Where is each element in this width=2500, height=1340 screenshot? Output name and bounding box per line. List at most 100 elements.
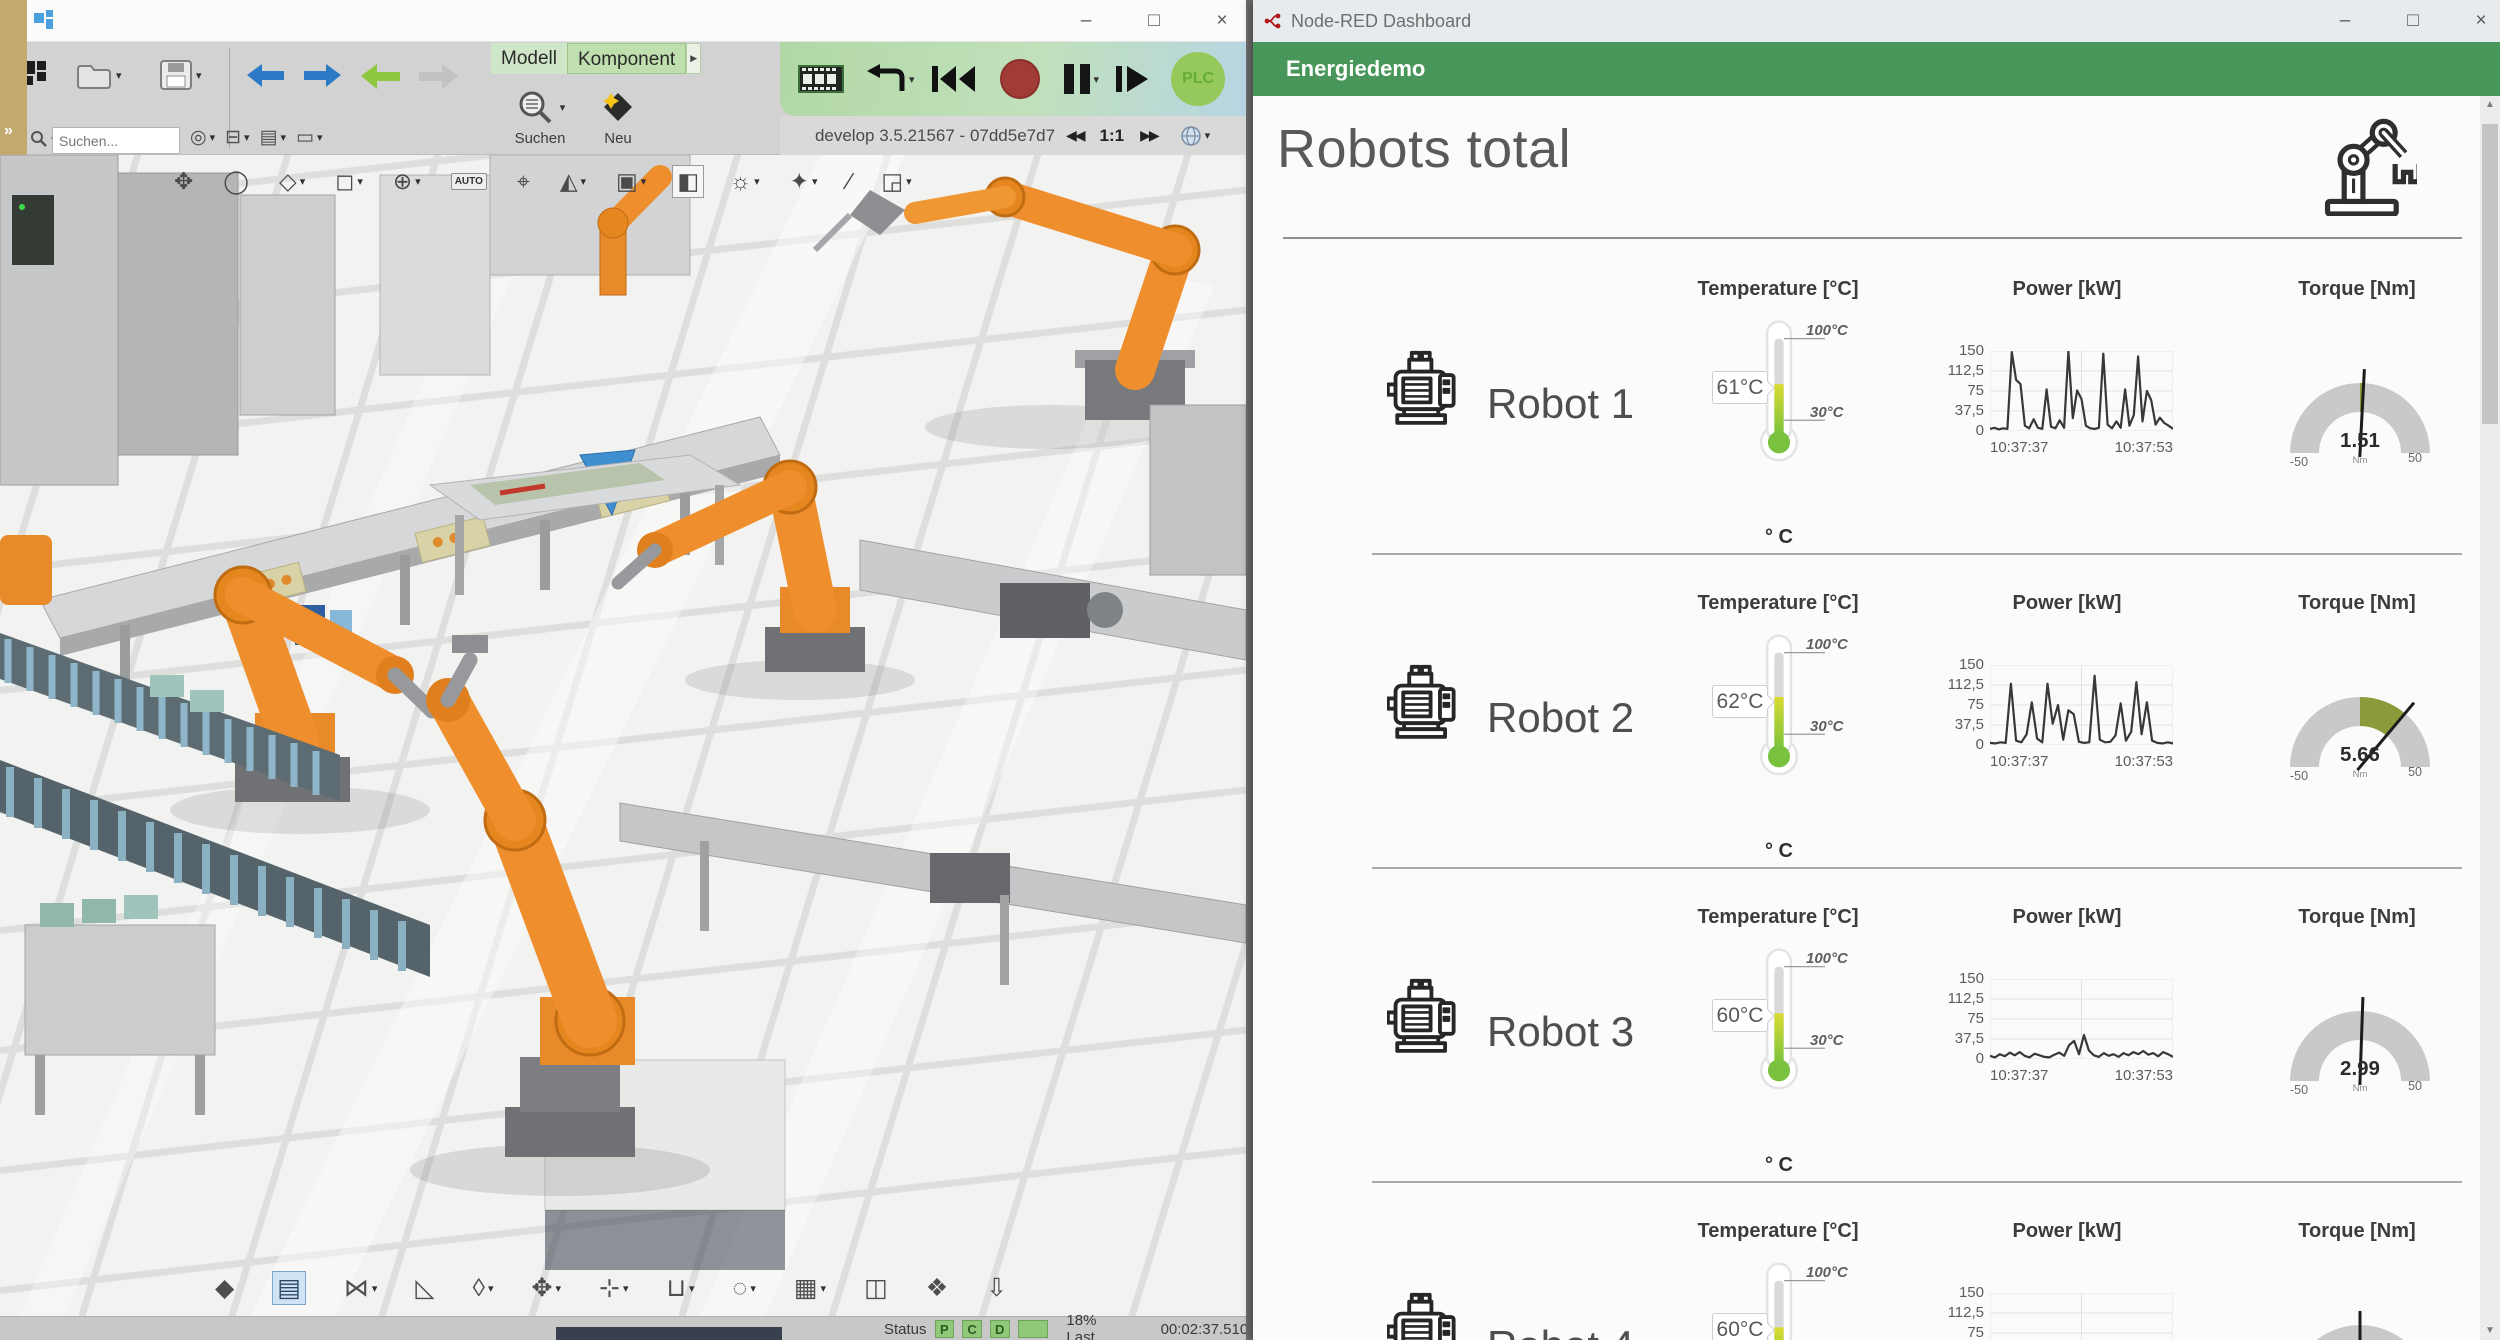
shield-selected-icon[interactable]: ◧ (672, 165, 704, 198)
network-globe-button[interactable]: ▾ (1180, 125, 1211, 147)
orbit-view-icon[interactable]: ◯ (219, 166, 253, 197)
neu-tool-button[interactable]: Neu (586, 86, 650, 147)
lighting-icon[interactable]: ☼▾ (726, 166, 764, 197)
detail-panel-icon-caret[interactable]: ▾ (317, 131, 323, 144)
view-cube-icon-caret[interactable]: ▾ (300, 175, 306, 188)
step-forward-button[interactable] (1115, 64, 1151, 94)
dash-close-button[interactable]: × (2467, 10, 2495, 32)
auto-lock-icon[interactable]: AUTO (447, 171, 491, 192)
align-icon-caret[interactable]: ▾ (623, 1282, 629, 1295)
thermo-min-label: 30°C (1810, 718, 1844, 735)
selection-mode-icon-caret[interactable]: ▾ (357, 175, 363, 188)
tag-icon-caret[interactable]: ▾ (210, 131, 216, 144)
undo-button[interactable] (247, 62, 285, 88)
tab-modell[interactable]: Modell (491, 43, 567, 74)
reset-caret[interactable]: ▾ (909, 73, 915, 86)
extrude-icon-caret[interactable]: ▾ (689, 1282, 695, 1295)
suchen-tool-button[interactable]: ▾ Suchen (508, 86, 572, 147)
pause-caret[interactable]: ▾ (1094, 73, 1100, 86)
3d-viewport[interactable]: ✥ ◯ ◇▾ ◻▾ ⊕▾ AUTO ⌖ ◭▾ ▣▾ ◧ ☼▾ ✦▾ ∕ ◲▾ ◆ ▤ ⋈▾ ◺ ◊▾ ✥▾ ⊹▾ ⊔▾ ◌… (0, 155, 1246, 1316)
shadow-corner-icon[interactable]: ◲▾ (877, 166, 915, 197)
save-button[interactable]: ▾ (159, 59, 202, 91)
dashboard-header: Energiedemo (1253, 42, 2500, 96)
curve-icon-caret[interactable]: ▾ (372, 1282, 378, 1295)
tree-icon[interactable]: ⊟▾ (225, 126, 249, 149)
plc-button[interactable]: PLC (1171, 52, 1225, 106)
export-icon[interactable]: ⇩ (986, 1273, 1007, 1303)
view-cube-icon[interactable]: ◇▾ (275, 166, 309, 197)
search-input[interactable] (52, 127, 180, 154)
chart-add-icon[interactable]: ◫ (864, 1273, 888, 1303)
lasso-icon[interactable]: ◌▾ (733, 1274, 756, 1303)
wedge-icon[interactable]: ◺ (415, 1273, 434, 1303)
lasso-icon-caret[interactable]: ▾ (750, 1282, 756, 1295)
open-folder-caret[interactable]: ▾ (116, 69, 122, 82)
open-folder-button[interactable]: ▾ (75, 60, 122, 90)
lighting-icon-caret[interactable]: ▾ (754, 175, 760, 188)
redo-button[interactable] (303, 62, 341, 88)
animation-record-icon[interactable] (798, 62, 844, 96)
align-icon[interactable]: ⊹▾ (599, 1273, 628, 1303)
settings-list-icon[interactable]: ❖ (926, 1273, 948, 1303)
temp-badge: 60°C (1712, 999, 1768, 1032)
move-tool-icon[interactable]: ✥▾ (532, 1273, 561, 1303)
suchen-tool-caret[interactable]: ▾ (560, 101, 566, 114)
shaded-view-icon[interactable]: ◭▾ (556, 166, 590, 197)
collapsed-panel-strip[interactable]: » (0, 0, 27, 155)
factory-scene[interactable] (0, 155, 1246, 1316)
detail-panel-icon[interactable]: ▭▾ (296, 126, 322, 149)
measure-icon[interactable]: ▣▾ (612, 166, 650, 197)
origin-frame-icon[interactable]: ⌖ (513, 166, 534, 197)
pan-view-icon[interactable]: ✥ (170, 166, 197, 197)
dash-minimize-button[interactable]: – (2331, 10, 2359, 32)
debug-icon-caret[interactable]: ▾ (812, 175, 818, 188)
robot-arm-edge[interactable] (0, 535, 52, 605)
record-button[interactable] (999, 58, 1041, 100)
list-panel-icon[interactable]: ▤▾ (260, 126, 286, 149)
thermo-min-label: 30°C (1810, 1032, 1844, 1049)
globe-view-icon-caret[interactable]: ▾ (415, 175, 421, 188)
ribbon-tabs: Modell Komponent ▶ (491, 43, 701, 74)
torque-column-title: Torque [Nm] (2247, 278, 2467, 301)
move-tool-icon-caret[interactable]: ▾ (555, 1282, 561, 1295)
dash-maximize-button[interactable]: □ (2399, 10, 2427, 32)
extrude-icon[interactable]: ⊔▾ (666, 1273, 694, 1303)
texture-icon-caret[interactable]: ▾ (821, 1282, 827, 1295)
scroll-thumb[interactable] (2482, 124, 2498, 424)
dashboard-scrollbar[interactable]: ▲ ▼ (2480, 96, 2500, 1340)
shadow-corner-icon-caret[interactable]: ▾ (906, 175, 912, 188)
skip-to-start-button[interactable] (931, 64, 977, 94)
tree-icon-caret[interactable]: ▾ (244, 131, 250, 144)
close-button[interactable]: × (1208, 10, 1236, 32)
selection-mode-icon[interactable]: ◻▾ (331, 166, 367, 197)
slower-button[interactable]: ◀◀ (1066, 127, 1084, 144)
forward-arrow-button[interactable] (418, 62, 458, 90)
prism-icon[interactable]: ◊▾ (473, 1274, 494, 1303)
pause-button[interactable]: ▾ (1063, 63, 1100, 95)
expand-panel-chevron[interactable]: » (4, 122, 13, 140)
globe-view-icon[interactable]: ⊕▾ (389, 166, 425, 197)
network-globe-caret[interactable]: ▾ (1205, 129, 1211, 142)
measure-icon-caret[interactable]: ▾ (641, 175, 647, 188)
section-line-icon[interactable]: ∕ (843, 166, 855, 197)
prism-icon-caret[interactable]: ▾ (488, 1282, 494, 1295)
snap-icon[interactable]: ◆ (215, 1273, 234, 1303)
scroll-down-arrow[interactable]: ▼ (2480, 1322, 2500, 1340)
scroll-up-arrow[interactable]: ▲ (2480, 96, 2500, 114)
tab-komponent[interactable]: Komponent (567, 43, 686, 74)
component-list-icon[interactable]: ▤ (272, 1271, 306, 1305)
list-panel-icon-caret[interactable]: ▾ (281, 131, 287, 144)
back-arrow-button[interactable] (361, 62, 401, 90)
debug-icon[interactable]: ✦▾ (786, 166, 822, 197)
shaded-view-icon-caret[interactable]: ▾ (581, 175, 587, 188)
tag-icon[interactable]: ◎▾ (190, 126, 215, 149)
faster-button[interactable]: ▶▶ (1140, 127, 1158, 144)
minimize-button[interactable]: – (1072, 10, 1100, 32)
maximize-button[interactable]: □ (1140, 10, 1168, 32)
texture-icon[interactable]: ▦▾ (794, 1273, 826, 1303)
reset-return-button[interactable]: ▾ (866, 63, 915, 95)
curve-icon[interactable]: ⋈▾ (344, 1273, 378, 1303)
tab-scroll-button[interactable]: ▶ (686, 43, 701, 74)
save-caret[interactable]: ▾ (196, 69, 202, 82)
speed-ratio[interactable]: 1:1 (1100, 126, 1125, 146)
